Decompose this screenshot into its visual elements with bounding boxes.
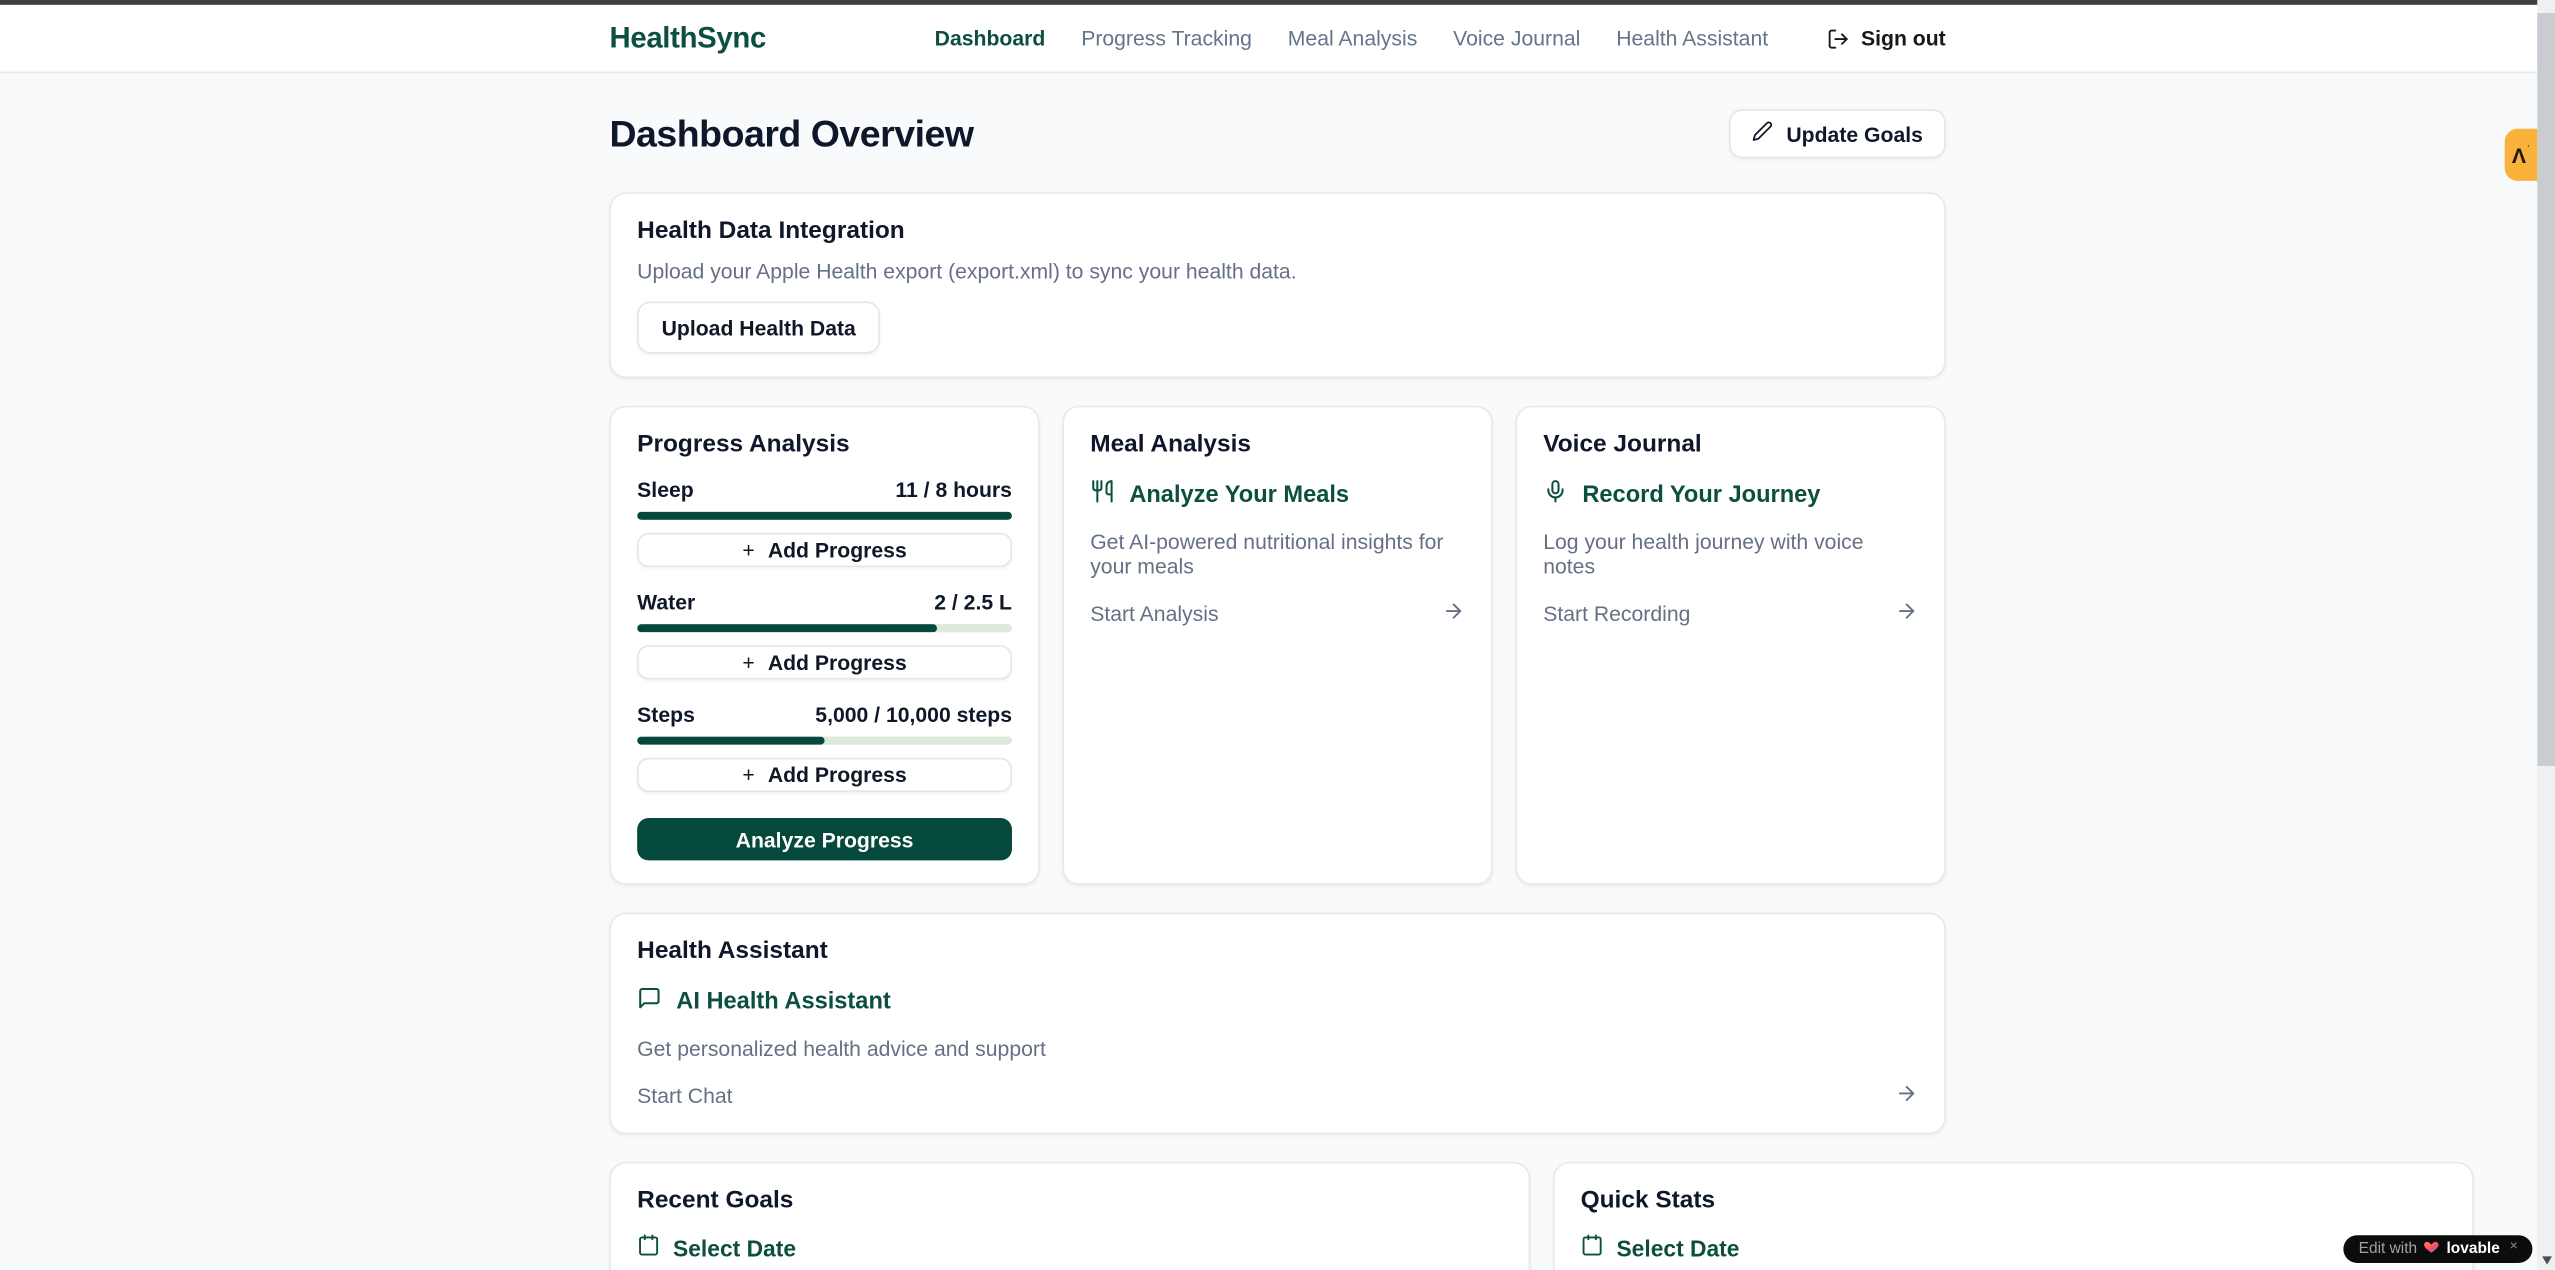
recent-goals-title: Recent Goals — [637, 1186, 1502, 1214]
scrollbar-down-arrow[interactable] — [2542, 1256, 2552, 1264]
goal-name: Steps — [637, 702, 695, 726]
health-assistant-title: Health Assistant — [637, 937, 1918, 965]
progress-track — [637, 737, 1012, 745]
chat-bubble-icon — [637, 986, 661, 1017]
goal-value: 5,000 / 10,000 steps — [815, 702, 1012, 726]
upload-health-data-button[interactable]: Upload Health Data — [637, 301, 880, 353]
progress-track — [637, 624, 1012, 632]
lovable-logo-icon: Λ˙ — [2512, 144, 2530, 165]
main-content: Dashboard Overview Update Goals Health D… — [609, 109, 1945, 1270]
goal-value: 11 / 8 hours — [895, 477, 1012, 501]
update-goals-button[interactable]: Update Goals — [1729, 109, 1945, 158]
lovable-side-tab[interactable]: Λ˙ — [2505, 129, 2538, 181]
analyze-progress-button[interactable]: Analyze Progress — [637, 818, 1012, 860]
health-assistant-description: Get personalized health advice and suppo… — [637, 1036, 1918, 1060]
ai-health-assistant-link[interactable]: AI Health Assistant — [637, 986, 1918, 1017]
heart-icon — [2424, 1234, 2440, 1263]
hdi-description: Upload your Apple Health export (export.… — [637, 259, 1918, 283]
quick-stats-title: Quick Stats — [1581, 1186, 2446, 1214]
utensils-icon — [1090, 479, 1114, 510]
nav-progress-tracking[interactable]: Progress Tracking — [1081, 26, 1252, 50]
progress-analysis-card: Progress Analysis Sleep 11 / 8 hours + A… — [609, 406, 1039, 885]
goal-steps: Steps 5,000 / 10,000 steps + Add Progres… — [637, 702, 1012, 814]
meal-analysis-title: Meal Analysis — [1090, 430, 1465, 458]
plus-icon: + — [742, 538, 754, 562]
progress-track — [637, 512, 1012, 520]
record-your-journey-link[interactable]: Record Your Journey — [1543, 479, 1918, 510]
main-nav: Dashboard Progress Tracking Meal Analysi… — [935, 26, 1946, 50]
arrow-right-icon — [1442, 600, 1465, 628]
microphone-icon — [1543, 479, 1567, 510]
page-scrollbar[interactable] — [2537, 0, 2555, 1270]
add-progress-button-steps[interactable]: + Add Progress — [637, 758, 1012, 792]
voice-journal-description: Log your health journey with voice notes — [1543, 530, 1918, 579]
add-progress-button-sleep[interactable]: + Add Progress — [637, 533, 1012, 567]
quick-stats-select-date[interactable]: Select Date — [1581, 1234, 2446, 1262]
nav-health-assistant[interactable]: Health Assistant — [1616, 26, 1768, 50]
log-out-icon — [1827, 27, 1850, 50]
pencil-icon — [1752, 121, 1773, 147]
edit-with-lovable-badge[interactable]: Edit with lovable × — [2344, 1234, 2532, 1262]
goal-name: Sleep — [637, 477, 694, 501]
app-viewport: HealthSync Dashboard Progress Tracking M… — [0, 0, 2555, 1270]
bottom-row: Recent Goals Select Date Today Yesterday… — [609, 1162, 1945, 1270]
plus-icon: + — [742, 763, 754, 787]
health-data-integration-card: Health Data Integration Upload your Appl… — [609, 192, 1945, 378]
goal-water: Water 2 / 2.5 L + Add Progress — [637, 590, 1012, 702]
arrow-right-icon — [1895, 1082, 1918, 1110]
plus-icon: + — [742, 650, 754, 674]
add-progress-button-water[interactable]: + Add Progress — [637, 645, 1012, 679]
analyze-your-meals-link[interactable]: Analyze Your Meals — [1090, 479, 1465, 510]
start-analysis-action[interactable]: Start Analysis — [1090, 600, 1465, 628]
sign-out-button[interactable]: Sign out — [1827, 26, 1946, 50]
goal-sleep: Sleep 11 / 8 hours + Add Progress — [637, 477, 1012, 589]
close-icon[interactable]: × — [2510, 1234, 2518, 1255]
calendar-icon — [637, 1234, 660, 1262]
hdi-title: Health Data Integration — [637, 217, 1918, 245]
recent-goals-card: Recent Goals Select Date Today Yesterday… — [609, 1162, 1530, 1270]
meal-analysis-description: Get AI-powered nutritional insights for … — [1090, 530, 1465, 579]
nav-dashboard[interactable]: Dashboard — [935, 26, 1046, 50]
voice-journal-title: Voice Journal — [1543, 430, 1918, 458]
progress-fill — [637, 512, 1012, 520]
meal-analysis-card: Meal Analysis Analyze Your Meals Get AI-… — [1062, 406, 1492, 885]
start-chat-action[interactable]: Start Chat — [637, 1082, 1918, 1110]
nav-voice-journal[interactable]: Voice Journal — [1453, 26, 1580, 50]
progress-fill — [637, 737, 824, 745]
recent-goals-select-date[interactable]: Select Date — [637, 1234, 1502, 1262]
health-assistant-card: Health Assistant AI Health Assistant Get… — [609, 913, 1945, 1135]
arrow-right-icon — [1895, 600, 1918, 628]
scrollbar-thumb[interactable] — [2537, 13, 2555, 766]
header: HealthSync Dashboard Progress Tracking M… — [0, 5, 2555, 73]
goal-value: 2 / 2.5 L — [934, 590, 1012, 614]
feature-row: Progress Analysis Sleep 11 / 8 hours + A… — [609, 406, 1945, 885]
page-title: Dashboard Overview — [609, 112, 973, 156]
progress-analysis-title: Progress Analysis — [637, 430, 1012, 458]
calendar-icon — [1581, 1234, 1604, 1262]
voice-journal-card: Voice Journal Record Your Journey Log yo… — [1516, 406, 1946, 885]
quick-stats-card: Quick Stats Select Date Today Yesterday … — [1553, 1162, 2474, 1270]
start-recording-action[interactable]: Start Recording — [1543, 600, 1918, 628]
app-logo: HealthSync — [609, 21, 766, 55]
nav-meal-analysis[interactable]: Meal Analysis — [1288, 26, 1418, 50]
goal-name: Water — [637, 590, 695, 614]
progress-fill — [637, 624, 937, 632]
